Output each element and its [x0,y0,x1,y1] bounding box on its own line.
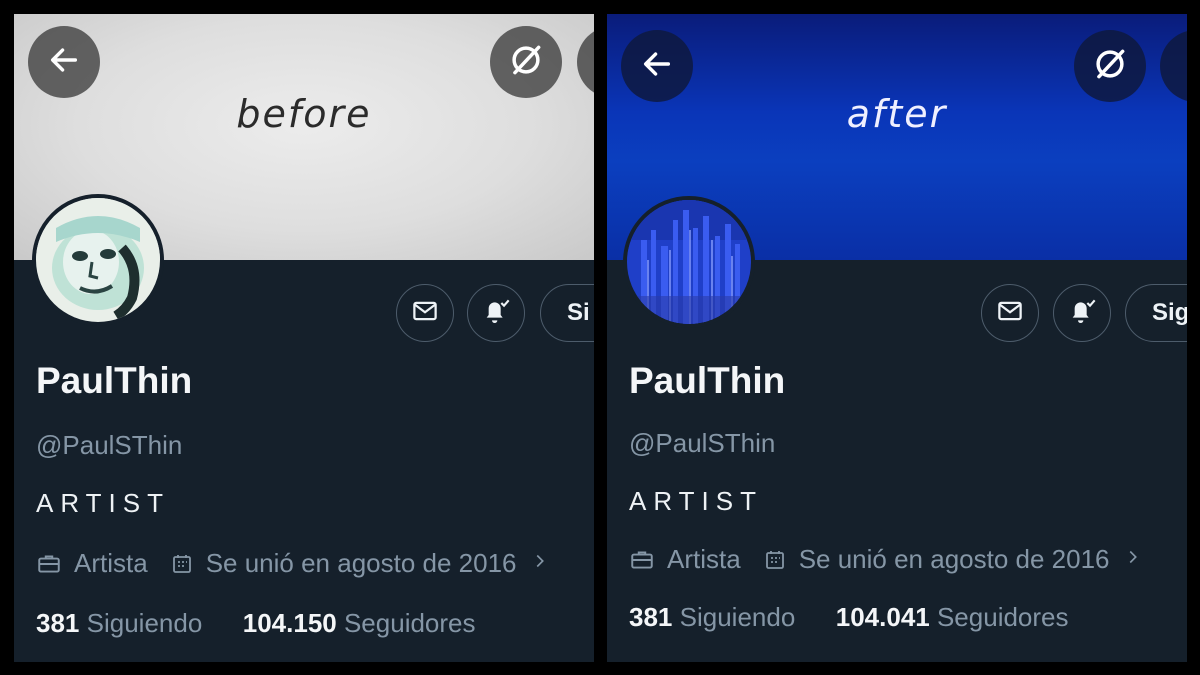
grok-icon [507,41,545,83]
calendar-icon [763,548,787,572]
following-count: 381 [36,608,80,638]
follow-button[interactable]: Sig [1125,284,1187,342]
bell-check-icon [1066,295,1098,331]
arrow-left-icon [47,43,81,81]
back-button[interactable] [28,26,100,98]
chevron-right-icon[interactable] [531,548,549,579]
message-button[interactable] [981,284,1039,342]
following-link[interactable]: 381 Siguiendo [629,602,795,632]
username-handle: @PaulSThin [629,428,776,458]
profile-meta: Artista Se unió en agosto de 2016 [629,544,1142,575]
avatar[interactable] [32,194,164,326]
profile-meta: Artista Se unió en agosto de 2016 [36,548,549,579]
calendar-icon [170,552,194,576]
category-label: Artista [667,544,741,574]
follow-stats: 381 Siguiendo 104.041 Seguidores [629,602,1069,633]
briefcase-icon [36,551,62,577]
following-link[interactable]: 381 Siguiendo [36,608,202,638]
after-profile-panel: after Sig PaulThin @PaulSThin ARTIST Art… [607,14,1187,662]
before-profile-panel: before Si PaulThin @PaulSThin ARTIST Art… [14,14,594,662]
banner-text: before [236,92,372,136]
arrow-left-icon [640,47,674,85]
more-options-button[interactable] [577,26,594,98]
envelope-icon [410,296,440,330]
message-button[interactable] [396,284,454,342]
joined-date: Se unió en agosto de 2016 [205,548,517,578]
follow-button[interactable]: Si [540,284,594,342]
followers-label: Seguidores [343,608,476,638]
followers-count: 104.041 [835,602,930,632]
chevron-right-icon[interactable] [1124,544,1142,575]
bio-text: ARTIST [629,486,763,516]
notifications-button[interactable] [467,284,525,342]
followers-count: 104.150 [242,608,337,638]
following-count: 381 [629,602,673,632]
followers-link[interactable]: 104.150 Seguidores [243,608,476,638]
username-handle: @PaulSThin [36,430,183,460]
bio-text: ARTIST [36,488,170,518]
following-label: Siguiendo [86,608,203,638]
notifications-button[interactable] [1053,284,1111,342]
category-label: Artista [74,548,148,578]
joined-date: Se unió en agosto de 2016 [798,544,1110,574]
back-button[interactable] [621,30,693,102]
following-label: Siguiendo [679,602,796,632]
envelope-icon [995,296,1025,330]
followers-label: Seguidores [936,602,1069,632]
briefcase-icon [629,547,655,573]
followers-link[interactable]: 104.041 Seguidores [836,602,1069,632]
display-name: PaulThin [629,360,786,401]
display-name: PaulThin [36,360,193,401]
avatar[interactable] [623,196,755,328]
bell-check-icon [480,295,512,331]
grok-icon [1091,45,1129,87]
follow-stats: 381 Siguiendo 104.150 Seguidores [36,608,476,639]
grok-button[interactable] [490,26,562,98]
grok-button[interactable] [1074,30,1146,102]
